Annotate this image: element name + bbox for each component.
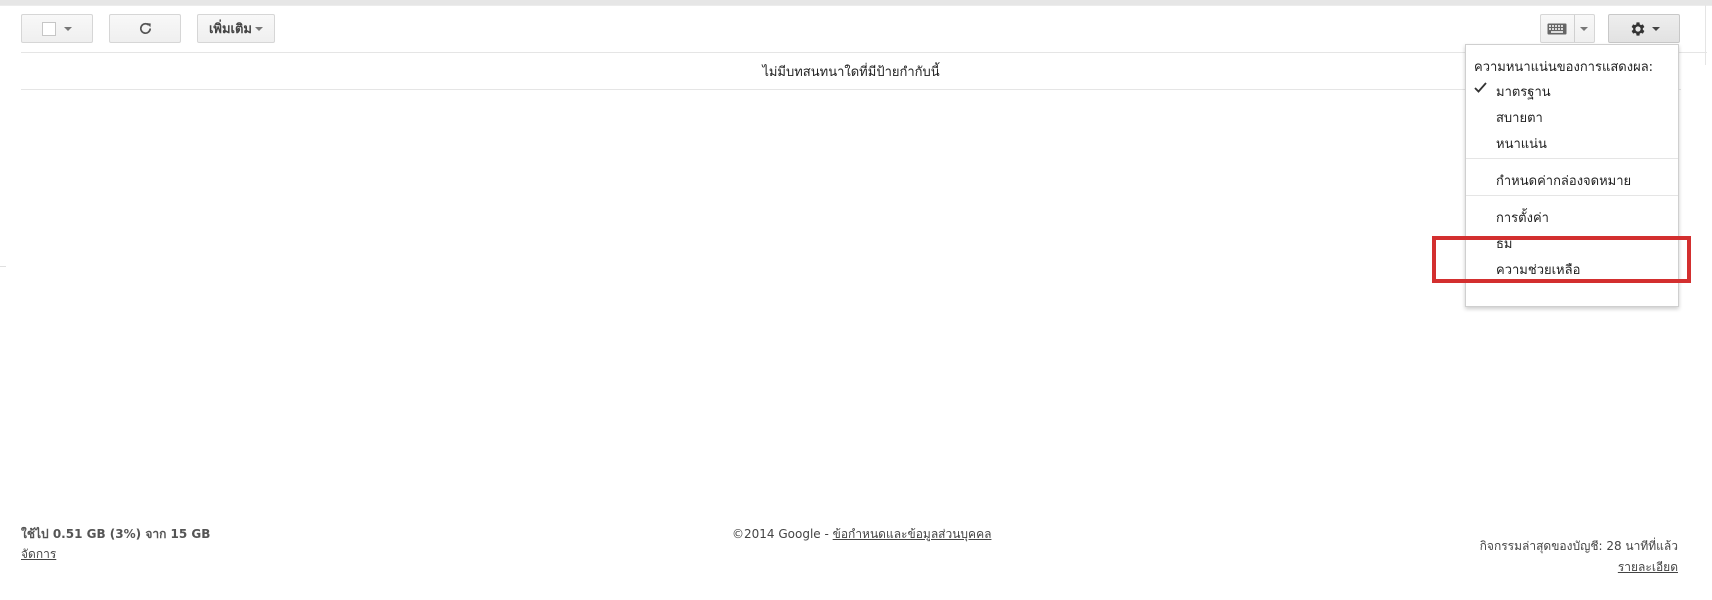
menu-item-density-compact[interactable]: หนาแน่น xyxy=(1496,133,1547,154)
menu-item-density-standard[interactable]: มาตรฐาน xyxy=(1496,81,1551,102)
caret-down-icon xyxy=(1580,26,1589,31)
menu-item-help[interactable]: ความช่วยเหลือ xyxy=(1496,259,1580,280)
menu-item-themes[interactable]: ธีม xyxy=(1496,233,1513,254)
keyboard-toggle[interactable] xyxy=(1541,15,1575,42)
caret-down-icon xyxy=(64,26,72,31)
last-activity-text: กิจกรรมล่าสุดของบัญชี: 28 นาทีที่แล้ว xyxy=(1479,539,1678,553)
input-tools-dropdown[interactable] xyxy=(1575,15,1594,42)
copyright-footer: ©2014 Google - ข้อกำหนดและข้อมูลส่วนบุคค… xyxy=(732,525,991,544)
input-tools-button[interactable] xyxy=(1540,14,1595,43)
caret-down-icon xyxy=(1651,26,1660,31)
storage-usage: ใช้ไป 0.51 GB (3%) จาก 15 GB xyxy=(21,527,211,541)
terms-privacy-link[interactable]: ข้อกำหนดและข้อมูลส่วนบุคคล xyxy=(833,527,992,541)
activity-details-link[interactable]: รายละเอียด xyxy=(1480,558,1678,577)
left-edge-mark xyxy=(0,266,6,267)
gear-icon xyxy=(1631,21,1644,36)
storage-footer: ใช้ไป 0.51 GB (3%) จาก 15 GB จัดการ xyxy=(21,525,210,564)
more-button[interactable]: เพิ่มเติม xyxy=(197,14,275,43)
density-heading: ความหนาแน่นของการแสดงผล: xyxy=(1474,60,1654,75)
check-icon xyxy=(1474,82,1487,93)
empty-list-message: ไม่มีบทสนทนาใดที่มีป้ายกำกับนี้ xyxy=(21,53,1681,90)
keyboard-icon xyxy=(1547,23,1567,34)
scroll-edge xyxy=(1705,5,1712,65)
mail-page: เพิ่มเติม ไม่มีบทสนทนาใดที่มีป้ายกำกับนี… xyxy=(0,0,1712,600)
copyright-text: ©2014 Google - xyxy=(732,527,833,541)
activity-footer: กิจกรรมล่าสุดของบัญชี: 28 นาทีที่แล้ว รา… xyxy=(1480,537,1678,577)
more-button-label: เพิ่มเติม xyxy=(208,22,253,37)
settings-gear-button[interactable] xyxy=(1608,14,1680,43)
top-rule xyxy=(0,0,1712,6)
caret-down-icon xyxy=(255,26,264,31)
manage-storage-link[interactable]: จัดการ xyxy=(21,545,210,564)
settings-menu: ความหนาแน่นของการแสดงผล: มาตรฐาน สบายตา … xyxy=(1465,44,1679,307)
checkbox-icon[interactable] xyxy=(42,21,56,36)
menu-item-settings[interactable]: การตั้งค่า xyxy=(1496,207,1549,228)
refresh-button[interactable] xyxy=(109,14,181,43)
menu-item-density-comfortable[interactable]: สบายตา xyxy=(1496,107,1543,128)
menu-item-configure-inbox[interactable]: กำหนดค่ากล่องจดหมาย xyxy=(1496,170,1631,191)
menu-separator xyxy=(1466,158,1678,159)
refresh-icon xyxy=(139,22,151,34)
menu-separator xyxy=(1466,195,1678,196)
select-button[interactable] xyxy=(21,14,93,43)
